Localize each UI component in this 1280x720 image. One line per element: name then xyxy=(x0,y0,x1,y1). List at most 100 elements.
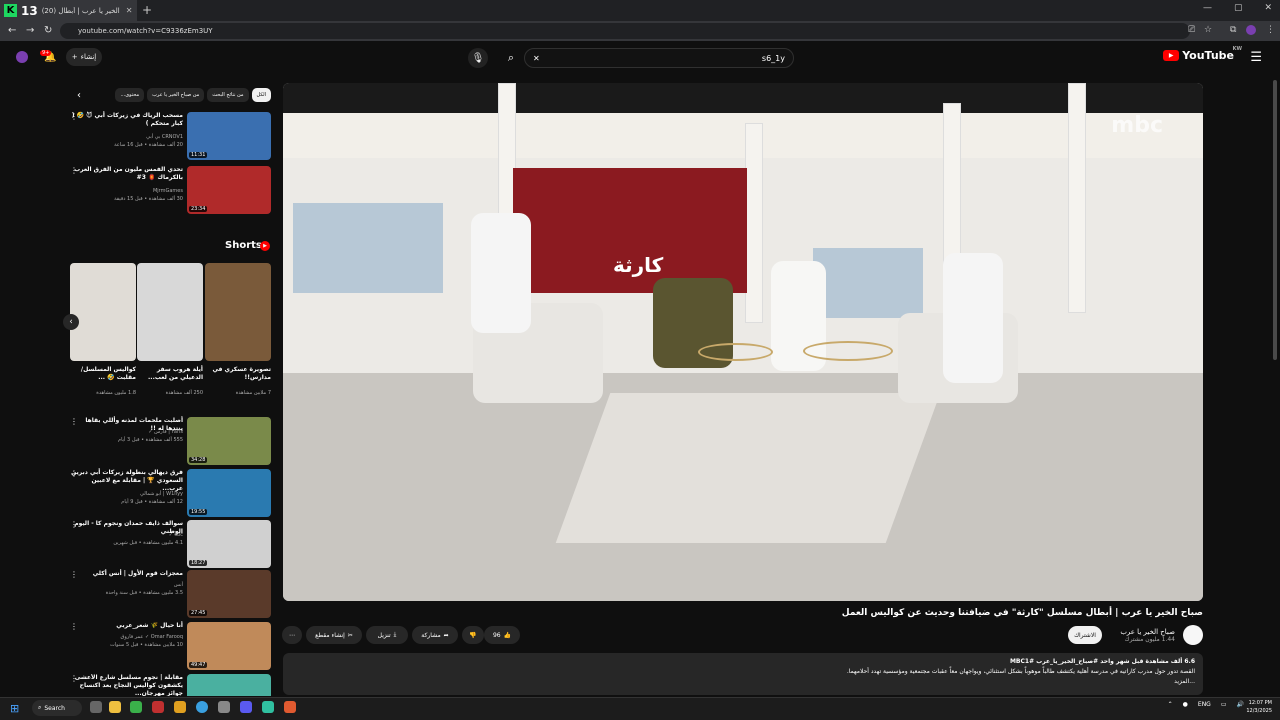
create-button[interactable]: + إنشاء xyxy=(66,48,102,66)
related-video[interactable]: مقابلة | نجوم مسلسل شارع الأعشى يكشفون ك… xyxy=(70,674,271,696)
short-thumbnail[interactable] xyxy=(70,263,136,361)
clip-button[interactable]: إنشاء مقطع ✂ xyxy=(306,626,362,644)
account-avatar[interactable] xyxy=(16,51,28,63)
related-video[interactable]: 23:34 تحدي الفمس مليون من الفرق العرب با… xyxy=(70,166,271,216)
browser-tab[interactable]: K 13 (20) صباح الخير يا عرب | أبطال ... … xyxy=(0,0,137,21)
share-button[interactable]: مشاركة ➦ xyxy=(412,626,458,644)
video-thumbnail[interactable]: 34:28 xyxy=(187,417,271,465)
video-duration: 27:45 xyxy=(189,610,208,616)
volume-icon[interactable]: 🔊 xyxy=(1237,701,1244,708)
app-icon[interactable] xyxy=(262,701,274,713)
studio-pillar xyxy=(745,123,763,323)
more-actions-button[interactable]: ⋯ xyxy=(282,626,302,644)
app-icon[interactable] xyxy=(152,701,164,713)
chip-all[interactable]: الكل xyxy=(251,88,271,102)
hamburger-menu-icon[interactable]: ☰ xyxy=(1250,50,1262,65)
video-player[interactable]: كارثة mbc xyxy=(283,83,1203,601)
voice-search-button[interactable]: 🎙 xyxy=(468,48,488,68)
taskbar-search[interactable]: ⌕ Search xyxy=(32,700,82,716)
tray-app-icon[interactable]: ● xyxy=(1183,701,1188,708)
kebab-menu-icon[interactable]: ⋮ xyxy=(70,469,78,478)
tab-number: 13 xyxy=(21,3,38,18)
description-box[interactable]: 6.6 ألف مشاهدة قبل شهر واحد #صباح_الخير_… xyxy=(283,653,1203,695)
studio-screen-text: كارثة xyxy=(613,253,664,277)
search-button[interactable]: ⌕ xyxy=(500,48,522,68)
page-scrollbar[interactable] xyxy=(1273,80,1277,360)
related-video[interactable]: 49:47 أنا حيال 🌾 شعر_عربي Omar Farooq ✓ … xyxy=(70,622,271,672)
subscriber-count: 1.44 مليون مشترك xyxy=(1124,635,1175,643)
youtube-logo[interactable]: ▶ YouTube KW xyxy=(1163,46,1242,62)
related-video[interactable]: 19:55 فرق ديهالي بنطولة زيركات أبي دبرين… xyxy=(70,469,271,519)
video-thumbnail[interactable]: 23:34 xyxy=(187,166,271,214)
chrome-icon[interactable] xyxy=(196,701,208,713)
channel-info: صباح الخير يا عرب 1.44 مليون مشترك xyxy=(1120,625,1203,645)
cast-icon[interactable]: ⎚ xyxy=(1188,25,1195,35)
chip-channel[interactable]: من صباح الخير يا عرب xyxy=(147,88,205,102)
task-view-icon[interactable] xyxy=(90,701,102,713)
app-icon[interactable] xyxy=(284,701,296,713)
network-icon[interactable]: ▭ xyxy=(1221,701,1227,708)
search-icon: ⌕ xyxy=(507,51,515,64)
new-tab-icon[interactable]: + xyxy=(142,3,152,17)
video-thumbnail[interactable]: 49:47 xyxy=(187,622,271,670)
channel-avatar[interactable] xyxy=(1183,625,1203,645)
chip-more[interactable]: محتوى... xyxy=(115,88,145,102)
kebab-menu-icon[interactable]: ⋮ xyxy=(70,674,78,683)
related-video-meta: 10 ملايين مشاهدة • قبل 5 سنوات xyxy=(109,642,183,648)
download-button[interactable]: تنزيل ⤓ xyxy=(366,626,408,644)
video-duration: 18:27 xyxy=(189,560,208,566)
close-tab-icon[interactable]: ✕ xyxy=(126,6,133,15)
chevron-left-icon[interactable]: ‹ xyxy=(77,90,81,101)
related-video[interactable]: 34:28 أصلبت ملحمات لمذنه وأللي بقاها ينت… xyxy=(70,417,271,467)
related-video[interactable]: 27:45 معجزات قوم الأول | أنس أكلي أنس 3.… xyxy=(70,570,271,620)
related-video-meta: 4.1 مليون مشاهدة • قبل شهرين xyxy=(113,540,183,546)
related-video[interactable]: 18:27 سوالف ذايف حمدان ونجوم كا - اليوم … xyxy=(70,520,271,570)
kebab-menu-icon[interactable]: ⋮ xyxy=(70,166,78,175)
kebab-menu-icon[interactable]: ⋮ xyxy=(70,112,78,121)
video-thumbnail[interactable]: 11:31 xyxy=(187,112,271,160)
kebab-menu-icon[interactable]: ⋮ xyxy=(70,417,78,426)
subscribe-button[interactable]: الاشتراك xyxy=(1068,626,1102,644)
forward-icon[interactable]: → xyxy=(26,25,34,36)
taskbar-clock[interactable]: 12:07 PM 12/3/2025 xyxy=(1246,699,1272,715)
tray-chevron-icon[interactable]: ⌃ xyxy=(1168,701,1173,708)
clear-search-icon[interactable]: ✕ xyxy=(533,54,540,63)
channel-name[interactable]: صباح الخير يا عرب xyxy=(1120,628,1175,636)
kebab-menu-icon[interactable]: ⋮ xyxy=(70,520,78,529)
discord-icon[interactable] xyxy=(240,701,252,713)
bookmark-star-icon[interactable]: ☆ xyxy=(1204,25,1212,35)
minimize-icon[interactable]: — xyxy=(1203,3,1212,13)
chip-search[interactable]: من نتائج البحث xyxy=(207,88,249,102)
app-icon[interactable] xyxy=(130,701,142,713)
app-icon[interactable] xyxy=(218,701,230,713)
kebab-menu-icon[interactable]: ⋮ xyxy=(70,622,78,631)
short-thumbnail[interactable] xyxy=(205,263,271,361)
url-field[interactable]: youtube.com/watch?v=C9336zEm3UY xyxy=(60,23,1190,39)
app-icon[interactable] xyxy=(174,701,186,713)
keyboard-language[interactable]: ENG xyxy=(1198,701,1211,708)
windows-start-icon[interactable]: ⊞ xyxy=(10,702,19,715)
reload-icon[interactable]: ↻ xyxy=(44,25,52,36)
video-thumbnail[interactable]: 19:55 xyxy=(187,469,271,517)
related-video-title: تحدي الفمس مليون من الفرق العرب بالكرماك… xyxy=(74,166,183,181)
file-explorer-icon[interactable] xyxy=(109,701,121,713)
clock-time: 12:07 PM xyxy=(1248,700,1272,706)
video-thumbnail[interactable]: 27:45 xyxy=(187,570,271,618)
browser-menu-icon[interactable]: ⋮ xyxy=(1266,25,1275,35)
extensions-icon[interactable]: ⧉ xyxy=(1230,25,1236,35)
video-thumbnail[interactable]: 18:27 xyxy=(187,520,271,568)
search-input[interactable]: ✕ s6_1y xyxy=(524,48,794,68)
back-icon[interactable]: ← xyxy=(8,25,16,36)
maximize-icon[interactable]: ▢ xyxy=(1234,3,1243,13)
shorts-prev-arrow-icon[interactable]: ‹ xyxy=(63,314,79,330)
like-button[interactable]: 96 👍 xyxy=(484,626,520,644)
description-more[interactable]: ...المزيد xyxy=(291,678,1195,685)
browser-tabbar: K 13 (20) صباح الخير يا عرب | أبطال ... … xyxy=(0,0,1280,21)
dislike-button[interactable]: 👎 xyxy=(462,626,484,644)
video-thumbnail[interactable] xyxy=(187,674,271,696)
close-window-icon[interactable]: ✕ xyxy=(1264,3,1272,13)
profile-avatar-icon[interactable] xyxy=(1246,25,1256,35)
related-video[interactable]: 11:31 مسحب الرياك في زيركات أبي 😈 🤣 ( كب… xyxy=(70,112,271,162)
short-thumbnail[interactable] xyxy=(137,263,203,361)
kebab-menu-icon[interactable]: ⋮ xyxy=(70,570,78,579)
